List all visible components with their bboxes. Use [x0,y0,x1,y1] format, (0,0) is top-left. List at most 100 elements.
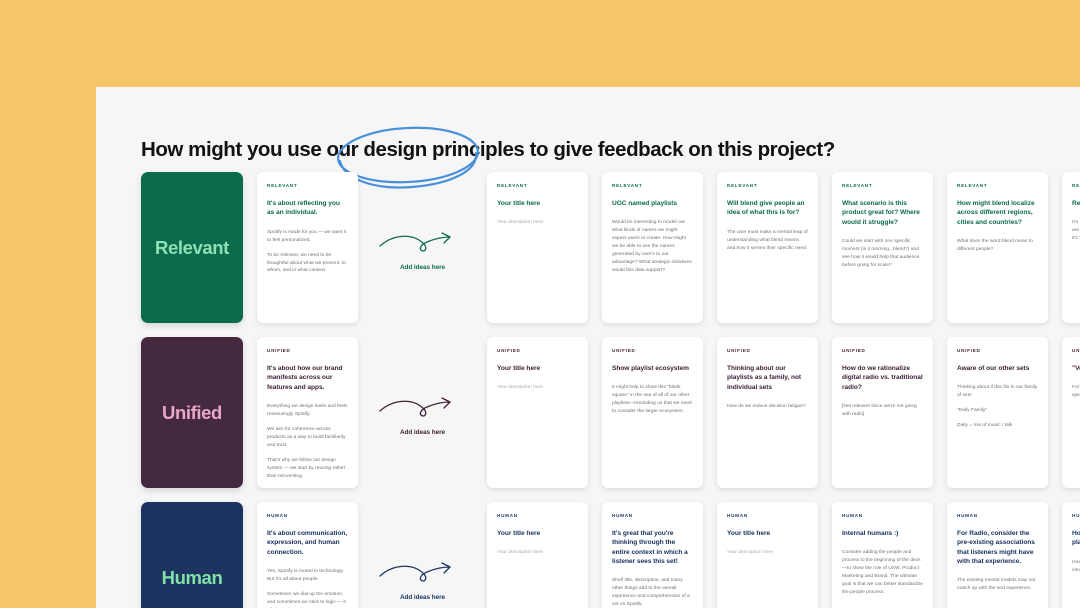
card-body: Your description here [497,549,578,557]
card-title: "Verbal"? [1072,365,1080,372]
card-body: How do we reduce decision fatigue? [727,403,808,411]
card-kicker: UNIFIED [727,348,751,353]
card-body: Shelf title, description, and many other… [612,577,693,608]
card-title: Thinking about our playlists as a family… [727,365,802,391]
card-kicker: HUMAN [497,513,518,518]
idea-card[interactable]: HUMAN Internal humans :) Consider adding t… [832,502,933,608]
idea-card[interactable]: HUMAN Your title here Your description her… [717,502,818,608]
card-paragraph: Your description here [497,385,544,391]
idea-card[interactable]: RELEVANT What scenario is this product gr… [832,172,933,323]
card-paragraph: Daily = mix of music / talk [957,423,1013,429]
card-paragraph: The user must make a mental leap of unde… [727,229,808,251]
card-body: It might help to show this "blank square… [612,384,693,416]
card-paragraph: Spotify is made for you — we want it to … [267,229,347,243]
idea-card[interactable]: RELEVANT Will blend give people an idea o… [717,172,818,323]
card-title: Internal humans :) [842,530,899,537]
card-paragraph: Could we start with one specific moment … [842,239,920,268]
card-kicker: HUMAN [957,513,978,518]
add-ideas-zone[interactable]: Add ideas here [372,502,473,608]
add-ideas-zone[interactable]: Add ideas here [372,172,473,323]
add-ideas-label: Add ideas here [399,429,446,436]
idea-card[interactable]: HUMAN How do our personas play into namin… [1062,502,1080,608]
idea-card[interactable]: UNIFIED "Verbal"? For verbal — is that a f… [1062,337,1080,488]
card-title: It's about reflecting you as an individu… [267,200,340,217]
card-kicker: RELEVANT [957,183,988,188]
card-title: It's about communication, expression, an… [267,530,348,556]
card-paragraph: Yes, Spotify is rooted in technology. Bu… [267,569,344,583]
principle-card-relevant[interactable]: Relevant [141,172,243,323]
card-body: Would be interesting to model out what k… [612,219,693,275]
card-body: I'm all for removing "your" but how are … [1072,219,1080,243]
card-body: Could we start with one specific moment … [842,238,923,270]
idea-card[interactable]: HUMAN It's about communication, expressio… [257,502,358,608]
idea-card[interactable]: UNIFIED Show playlist ecosystem It might h… [602,337,703,488]
card-paragraph: Your description here. [497,220,545,226]
card-title: Your title here [727,530,771,537]
card-paragraph: That's why we follow our design system —… [267,457,346,479]
card-paragraph: We aim for coherence across products as … [267,426,346,448]
card-body: Spotify is made for you — we want it to … [267,229,348,276]
card-body: Your description here [497,384,578,392]
card-kicker: UNIFIED [497,348,521,353]
card-paragraph: The existing mental models may not match… [957,578,1036,592]
idea-card[interactable]: UNIFIED Your title here Your description h… [487,337,588,488]
idea-card[interactable]: RELEVANT UGC named playlists Would be inte… [602,172,703,323]
card-kicker: UNIFIED [612,348,636,353]
idea-card[interactable]: UNIFIED Thinking about our playlists as a… [717,337,818,488]
card-paragraph: I'm all for removing "your" but how are … [1072,220,1080,242]
add-ideas-label: Add ideas here [399,594,446,601]
card-paragraph: Your description here [727,550,774,556]
whiteboard-canvas[interactable]: How might you use our design principles … [96,87,1080,608]
idea-card[interactable]: RELEVANT Removing "your" I'm all for remov… [1062,172,1080,323]
page-title: How might you use our design principles … [141,138,835,161]
curved-arrow-icon [378,393,460,427]
idea-card[interactable]: UNIFIED How do we rationalize digital rad… [832,337,933,488]
card-body: [Not relevant since we're not going with… [842,403,923,419]
principle-row-human: Human HUMAN It's about communication, expr… [141,502,1080,608]
card-kicker: UNIFIED [957,348,981,353]
card-kicker: RELEVANT [727,183,758,188]
card-body: Yes, Spotify is rooted in technology. Bu… [267,568,348,608]
idea-card[interactable]: HUMAN For Radio, consider the pre-existin… [947,502,1048,608]
card-kicker: RELEVANT [497,183,528,188]
principle-card-human[interactable]: Human [141,502,243,608]
board-title-area: How might you use our design principles … [141,126,1041,189]
principle-label: Unified [162,401,222,423]
card-body: The user must make a mental leap of unde… [727,229,808,253]
idea-card[interactable]: HUMAN Your title here Your description her… [487,502,588,608]
card-title: For Radio, consider the pre-existing ass… [957,530,1035,566]
card-paragraph: How does a Shelley persona play into nam… [1072,559,1080,573]
card-paragraph: For verbal — is that a friend or voice s… [1072,385,1080,399]
card-body: Thinking about if this fits in our famil… [957,384,1038,430]
card-kicker: UNIFIED [1072,348,1080,353]
add-ideas-label: Add ideas here [399,264,446,271]
idea-card[interactable]: UNIFIED Aware of our other sets Thinking a… [947,337,1048,488]
curved-arrow-icon [378,228,460,262]
idea-card[interactable]: RELEVANT How might blend localize across … [947,172,1048,323]
idea-card[interactable]: HUMAN It's great that you're thinking thr… [602,502,703,608]
card-kicker: HUMAN [727,513,748,518]
card-paragraph: It might help to show this "blank square… [612,385,692,415]
card-paragraph: Would be interesting to model out what k… [612,220,692,273]
card-body: Your description here. [497,219,578,227]
card-paragraph: Your description here [497,550,544,556]
card-paragraph: [Not relevant since we're not going with… [842,404,917,418]
card-body: Consider adding the people and process t… [842,549,923,597]
idea-card[interactable]: UNIFIED It's about how our brand manifest… [257,337,358,488]
card-title: It's great that you're thinking through … [612,530,688,566]
idea-card[interactable]: RELEVANT Your title here Your description … [487,172,588,323]
card-kicker: HUMAN [612,513,633,518]
card-title: Removing "your" [1072,200,1080,207]
card-title: Show playlist ecosystem [612,365,689,372]
add-ideas-zone[interactable]: Add ideas here [372,337,473,488]
idea-card[interactable]: RELEVANT It's about reflecting you as an … [257,172,358,323]
principle-card-unified[interactable]: Unified [141,337,243,488]
card-body: For verbal — is that a friend or voice s… [1072,384,1080,400]
card-kicker: HUMAN [1072,513,1080,518]
card-body: Everything we design looks and feels rea… [267,403,348,481]
card-title: Your title here [497,365,541,372]
principle-row-relevant: Relevant RELEVANT It's about reflecting yo… [141,172,1080,323]
card-kicker: UNIFIED [267,348,291,353]
card-title: UGC named playlists [612,200,678,207]
curved-arrow-icon [378,558,460,592]
